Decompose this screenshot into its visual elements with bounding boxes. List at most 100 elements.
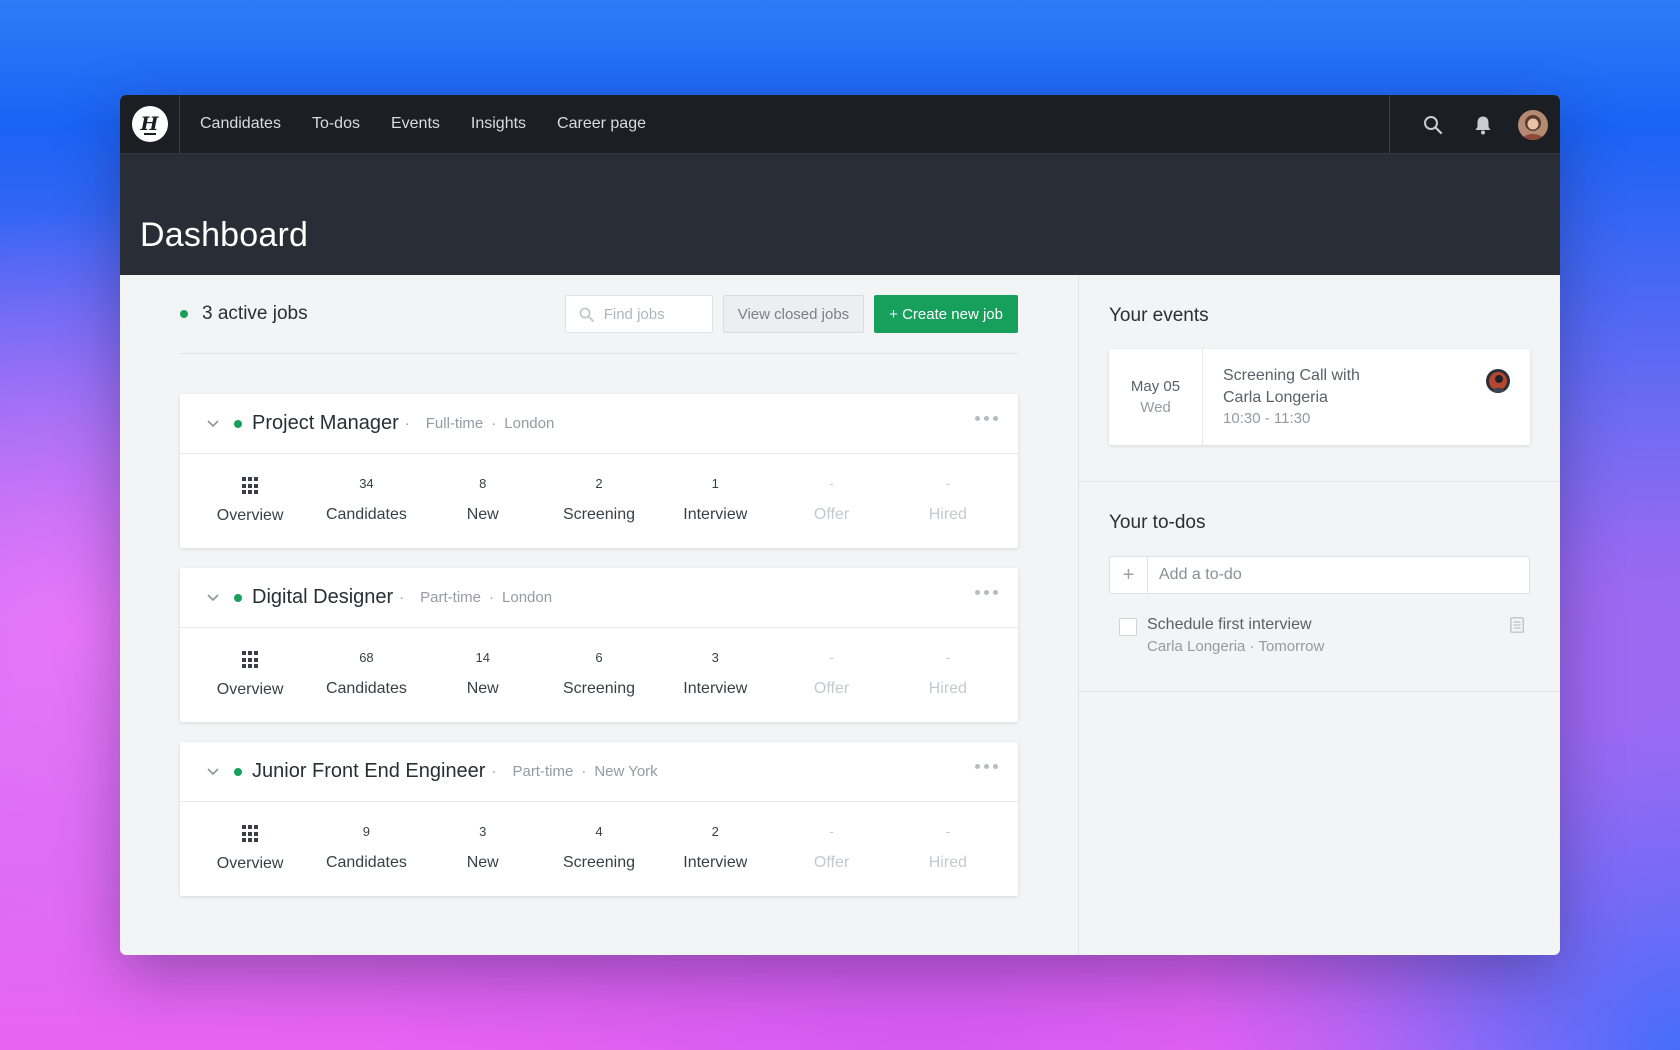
stat-count: 2 — [595, 476, 603, 491]
stat-label: Hired — [928, 854, 967, 871]
bell-icon[interactable] — [1468, 110, 1498, 140]
more-options-icon[interactable] — [971, 416, 998, 421]
note-icon[interactable] — [1510, 617, 1524, 638]
job-status-dot-icon — [234, 767, 242, 776]
stat-label: Overview — [216, 855, 284, 872]
jobs-panel: 3 active jobs Find jobs View closed jobs… — [120, 275, 1079, 955]
event-time: 10:30 - 11:30 — [1223, 410, 1311, 427]
stat-offer[interactable]: - Offer — [773, 628, 889, 722]
events-section: Your events May 05 Wed Screening Call wi… — [1079, 275, 1560, 482]
chevron-down-icon[interactable] — [206, 591, 220, 605]
create-new-job-button[interactable]: + Create new job — [874, 295, 1018, 333]
nav-actions — [1389, 95, 1560, 154]
stat-interview[interactable]: 2 Interview — [657, 802, 773, 896]
nav-link-insights[interactable]: Insights — [471, 115, 526, 133]
stat-overview[interactable]: Overview — [192, 628, 308, 722]
event-title-line1: Screening Call with — [1223, 367, 1360, 384]
app-logo[interactable]: H — [131, 106, 168, 142]
view-closed-jobs-button[interactable]: View closed jobs — [722, 295, 865, 333]
stat-label: Screening — [562, 506, 635, 523]
grid-icon — [242, 651, 259, 669]
job-card-header: Junior Front End Engineer · Part-time · New… — [180, 742, 1018, 802]
job-card: Junior Front End Engineer · Part-time · New… — [180, 742, 1018, 896]
stat-count: 3 — [479, 824, 487, 839]
jobs-actions: Find jobs View closed jobs + Create new … — [564, 295, 1018, 333]
stat-label: Overview — [216, 681, 284, 698]
stat-count: - — [829, 476, 834, 491]
active-jobs-label: 3 active jobs — [202, 303, 308, 324]
more-options-icon[interactable] — [971, 764, 998, 769]
nav-link-career-page[interactable]: Career page — [557, 115, 646, 133]
stat-label: Candidates — [325, 680, 407, 697]
stat-overview[interactable]: Overview — [192, 454, 308, 548]
stat-label: New — [466, 854, 499, 871]
nav-link-events[interactable]: Events — [391, 115, 440, 133]
stat-label: Screening — [562, 680, 635, 697]
stat-hired[interactable]: - Hired — [890, 628, 1006, 722]
logo-underline — [143, 133, 156, 135]
stat-offer[interactable]: - Offer — [773, 454, 889, 548]
stat-hired[interactable]: - Hired — [890, 802, 1006, 896]
stat-candidates[interactable]: 34 Candidates — [308, 454, 424, 548]
top-nav: H Candidates To-dos Events Insights Care… — [120, 95, 1560, 154]
nav-link-candidates[interactable]: Candidates — [200, 115, 281, 133]
nav-link-todos[interactable]: To-dos — [312, 115, 360, 133]
job-title[interactable]: Project Manager — [252, 412, 399, 435]
find-jobs-input[interactable]: Find jobs — [564, 295, 713, 333]
chevron-down-icon[interactable] — [206, 765, 220, 779]
event-card[interactable]: May 05 Wed Screening Call with Carla Lon… — [1109, 349, 1530, 445]
plus-icon[interactable]: + — [1110, 557, 1148, 593]
stat-interview[interactable]: 3 Interview — [657, 628, 773, 722]
stat-label: Interview — [683, 506, 748, 523]
grid-icon — [242, 477, 259, 495]
event-title-line2: Carla Longeria — [1223, 389, 1328, 406]
stat-hired[interactable]: - Hired — [890, 454, 1006, 548]
job-card-header: Project Manager · Full-time · London — [180, 394, 1018, 454]
stat-screening[interactable]: 4 Screening — [541, 802, 657, 896]
logo-container[interactable]: H — [120, 95, 180, 154]
add-todo-field[interactable]: + Add a to-do — [1109, 556, 1530, 594]
todo-checkbox[interactable] — [1119, 618, 1137, 636]
stat-label: Interview — [683, 680, 748, 697]
add-todo-placeholder[interactable]: Add a to-do — [1148, 557, 1242, 593]
stat-candidates[interactable]: 68 Candidates — [308, 628, 424, 722]
stat-new[interactable]: 14 New — [425, 628, 541, 722]
job-title[interactable]: Digital Designer — [252, 586, 393, 609]
job-card: Digital Designer · Part-time · London Overv… — [180, 568, 1018, 722]
todo-text: Schedule first interview Carla Longeria … — [1147, 616, 1324, 655]
search-icon[interactable] — [1418, 110, 1448, 140]
stat-count: 2 — [711, 824, 719, 839]
todos-title: Your to-dos — [1109, 512, 1206, 533]
job-stats: Overview 34 Candidates 8 New 2 Screening 1 I… — [180, 454, 1018, 548]
stat-interview[interactable]: 1 Interview — [657, 454, 773, 548]
user-avatar[interactable] — [1518, 109, 1548, 140]
event-date: May 05 Wed — [1109, 349, 1203, 445]
stat-new[interactable]: 3 New — [425, 802, 541, 896]
stat-screening[interactable]: 2 Screening — [541, 454, 657, 548]
job-title[interactable]: Junior Front End Engineer — [252, 760, 485, 783]
stat-count: 9 — [362, 824, 371, 839]
divider — [180, 353, 1018, 354]
active-jobs-count: 3 active jobs — [180, 303, 308, 325]
more-options-icon[interactable] — [971, 590, 998, 595]
stat-count: 14 — [475, 650, 490, 665]
stat-offer[interactable]: - Offer — [773, 802, 889, 896]
stat-count: - — [829, 650, 834, 665]
job-type: Part-time — [420, 589, 482, 606]
todo-title[interactable]: Schedule first interview — [1147, 616, 1324, 634]
stat-label: Hired — [928, 680, 967, 697]
event-avatar — [1486, 369, 1510, 393]
stat-count: 1 — [711, 476, 719, 491]
stat-label: New — [466, 506, 499, 523]
stat-label: Offer — [813, 680, 850, 697]
content-area: 3 active jobs Find jobs View closed jobs… — [120, 275, 1560, 955]
stat-new[interactable]: 8 New — [425, 454, 541, 548]
chevron-down-icon[interactable] — [206, 417, 220, 431]
app-window: H Candidates To-dos Events Insights Care… — [120, 95, 1560, 955]
find-jobs-placeholder: Find jobs — [603, 305, 665, 323]
stat-overview[interactable]: Overview — [192, 802, 308, 896]
stat-screening[interactable]: 6 Screening — [541, 628, 657, 722]
stat-count: 6 — [595, 650, 603, 665]
stat-candidates[interactable]: 9 Candidates — [308, 802, 424, 896]
event-date-day: May 05 — [1130, 378, 1181, 395]
